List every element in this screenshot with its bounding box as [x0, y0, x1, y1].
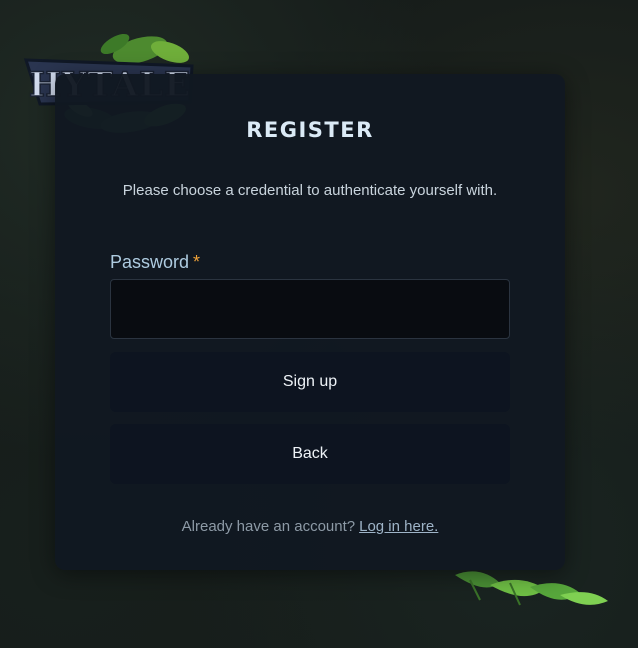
page-title: REGISTER [246, 118, 374, 142]
leaves-decoration-icon [455, 571, 608, 606]
back-button[interactable]: Back [110, 424, 510, 484]
login-prompt-text: Already have an account? [181, 518, 356, 535]
password-label: Password * [110, 252, 200, 273]
register-card: REGISTER Please choose a credential to a… [55, 74, 565, 570]
password-label-text: Password [110, 252, 190, 272]
required-marker: * [193, 252, 201, 272]
password-input[interactable] [110, 279, 510, 339]
login-prompt: Already have an account? Log in here. [55, 518, 565, 535]
subtitle-text: Please choose a credential to authentica… [122, 182, 498, 199]
sign-up-button[interactable]: Sign up [110, 352, 510, 412]
login-link[interactable]: Log in here. [359, 518, 438, 535]
